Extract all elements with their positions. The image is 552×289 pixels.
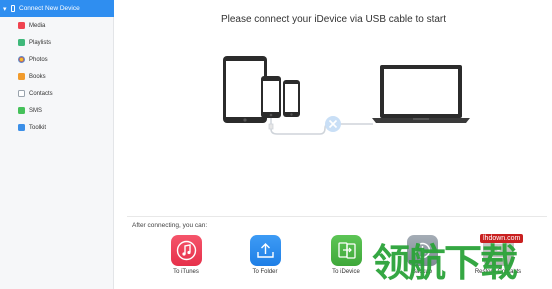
iphone-icon — [261, 76, 281, 118]
sidebar-item-books[interactable]: Books — [0, 68, 114, 85]
sidebar-item-playlists[interactable]: Playlists — [0, 34, 114, 51]
to-itunes-label: To iTunes — [173, 269, 199, 275]
sidebar-item-label: Photos — [29, 56, 48, 63]
sidebar-item-label: SMS — [29, 107, 43, 114]
sidebar-list: Media Playlists Photos Books Contacts SM… — [0, 17, 114, 136]
divider — [127, 216, 547, 217]
to-itunes-button[interactable]: To iTunes — [161, 235, 211, 275]
after-connecting-label: After connecting, you can: — [132, 222, 208, 229]
usb-cable — [268, 118, 373, 135]
sms-icon — [18, 107, 25, 114]
sidebar-header-label: Connect New Device — [19, 5, 80, 12]
sidebar-item-connect-new-device[interactable]: ▾ Connect New Device — [0, 0, 114, 17]
photos-icon — [18, 56, 25, 63]
music-icon — [170, 235, 202, 266]
sidebar-item-label: Toolkit — [29, 124, 47, 131]
disconnected-icon — [325, 116, 341, 132]
sidebar-item-label: Playlists — [29, 39, 52, 46]
chevron-down-icon: ▾ — [3, 5, 7, 13]
watermark-url: lhdown.com — [480, 234, 524, 243]
sidebar-item-photos[interactable]: Photos — [0, 51, 114, 68]
contacts-icon — [18, 90, 25, 97]
sidebar-item-media[interactable]: Media — [0, 17, 114, 34]
sidebar: ▾ Connect New Device Media Playlists Pho… — [0, 0, 114, 289]
sidebar-item-label: Contacts — [29, 90, 53, 97]
export-icon — [249, 235, 281, 266]
sidebar-item-label: Media — [29, 22, 46, 29]
sidebar-item-toolkit[interactable]: Toolkit — [0, 119, 114, 136]
device-icon — [11, 5, 15, 12]
to-idevice-label: To iDevice — [332, 269, 360, 275]
playlists-icon — [18, 39, 25, 46]
laptop-icon — [372, 65, 470, 123]
to-folder-button[interactable]: To Folder — [240, 235, 290, 275]
iphone-small-icon — [283, 80, 300, 117]
connection-illustration — [223, 56, 470, 135]
books-icon — [18, 73, 25, 80]
sidebar-item-label: Books — [29, 73, 46, 80]
sidebar-item-contacts[interactable]: Contacts — [0, 85, 114, 102]
media-icon — [18, 22, 25, 29]
ipad-icon — [223, 56, 267, 123]
to-folder-label: To Folder — [252, 269, 278, 275]
sidebar-item-sms[interactable]: SMS — [0, 102, 114, 119]
to-idevice-button[interactable]: To iDevice — [321, 235, 371, 275]
toolkit-icon — [18, 124, 25, 131]
transfer-icon — [330, 235, 362, 266]
